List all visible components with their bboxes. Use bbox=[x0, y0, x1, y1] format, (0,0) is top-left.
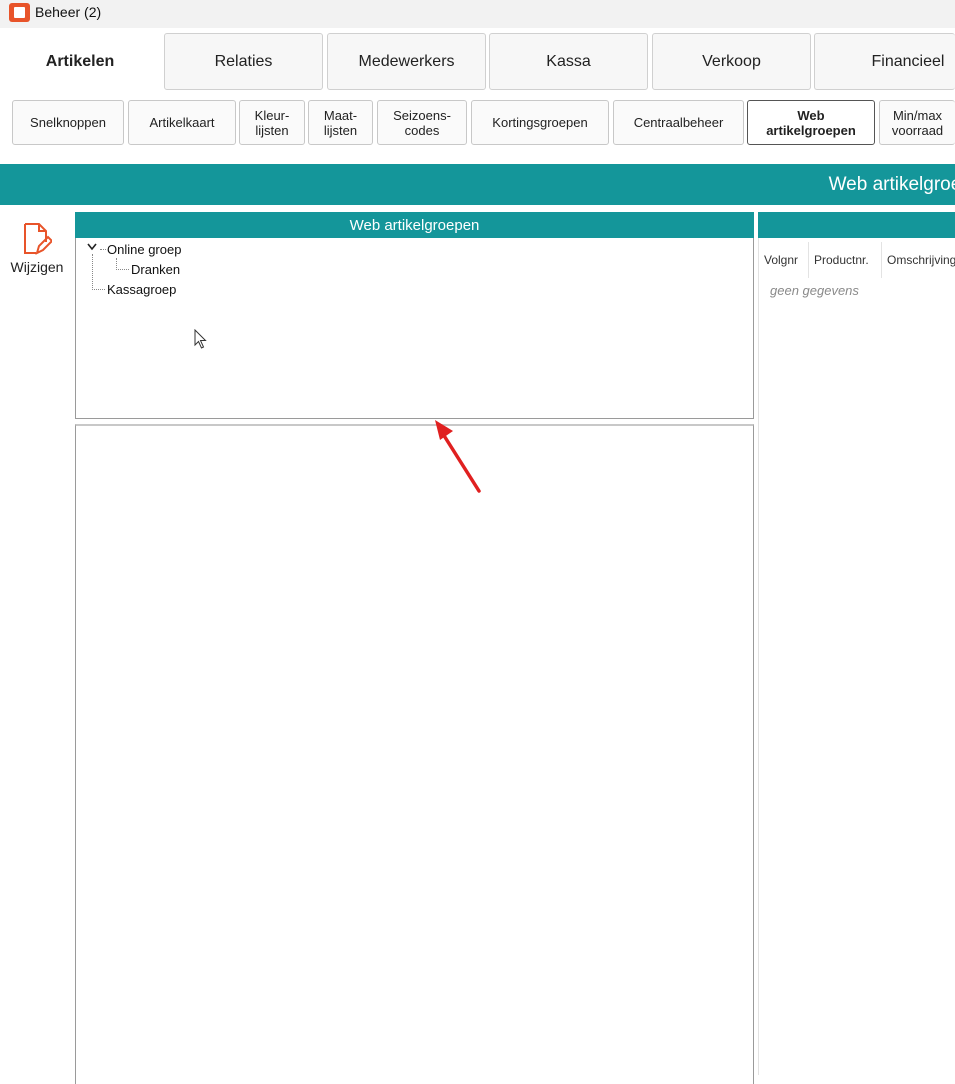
subtab-artikelkaart[interactable]: Artikelkaart bbox=[128, 100, 236, 145]
tree-panel-title: Web artikelgroepen bbox=[349, 216, 480, 234]
subtab-web-artikelgroepen[interactable]: Web artikelgroepen bbox=[747, 100, 875, 145]
tree-panel-header: Web artikelgroepen bbox=[75, 212, 754, 238]
window-title: Beheer (2) bbox=[35, 4, 102, 20]
product-grid: Volgnr Productnr. Omschrijving geen gege… bbox=[758, 238, 955, 1075]
column-header-productnr[interactable]: Productnr. bbox=[809, 242, 882, 278]
section-title-bar: Web artikelgroepen bbox=[0, 164, 955, 205]
subtab-kortingsgroepen[interactable]: Kortingsgroepen bbox=[471, 100, 609, 145]
mouse-cursor-icon bbox=[194, 329, 207, 349]
subtab-seizoenscodes[interactable]: Seizoens- codes bbox=[377, 100, 467, 145]
subtab-snelknoppen[interactable]: Snelknoppen bbox=[12, 100, 124, 145]
subtab-centraalbeheer[interactable]: Centraalbeheer bbox=[613, 100, 744, 145]
edit-document-icon bbox=[24, 223, 52, 255]
chevron-down-icon[interactable] bbox=[87, 242, 97, 254]
grid-panel-header bbox=[758, 212, 955, 238]
tab-relaties[interactable]: Relaties bbox=[164, 33, 323, 90]
tab-kassa[interactable]: Kassa bbox=[489, 33, 648, 90]
tab-financieel[interactable]: Financieel bbox=[814, 33, 955, 90]
sub-tab-bar: Snelknoppen Artikelkaart Kleur- lijsten … bbox=[0, 98, 955, 148]
group-tree: Online groep Dranken Kassagroep bbox=[75, 238, 754, 419]
tree-connector bbox=[92, 254, 93, 290]
tree-connector bbox=[92, 289, 105, 290]
tree-node-dranken[interactable]: Dranken bbox=[131, 262, 180, 277]
column-header-volgnr[interactable]: Volgnr bbox=[759, 242, 809, 278]
section-title: Web artikelgroepen bbox=[828, 173, 955, 195]
subtab-maatlijsten[interactable]: Maat- lijsten bbox=[308, 100, 373, 145]
grid-empty-message: geen gegevens bbox=[770, 283, 859, 298]
tree-connector bbox=[116, 269, 129, 270]
tab-verkoop[interactable]: Verkoop bbox=[652, 33, 811, 90]
tab-artikelen[interactable]: Artikelen bbox=[0, 33, 160, 90]
subtab-minmax-voorraad[interactable]: Min/max voorraad bbox=[879, 100, 955, 145]
tree-node-kassagroep[interactable]: Kassagroep bbox=[107, 282, 176, 297]
tree-node-online-groep[interactable]: Online groep bbox=[107, 242, 181, 257]
app-logo-icon bbox=[9, 3, 30, 22]
subtab-kleurlijsten[interactable]: Kleur- lijsten bbox=[239, 100, 305, 145]
window-titlebar: Beheer (2) bbox=[0, 0, 955, 28]
edit-button[interactable]: Wijzigen bbox=[6, 222, 68, 284]
edit-button-label: Wijzigen bbox=[10, 259, 64, 275]
column-header-omschrijving[interactable]: Omschrijving bbox=[882, 242, 955, 278]
tab-medewerkers[interactable]: Medewerkers bbox=[327, 33, 486, 90]
detail-panel bbox=[75, 424, 754, 1084]
annotation-arrow-icon bbox=[435, 420, 481, 493]
main-tab-bar: Artikelen Relaties Medewerkers Kassa Ver… bbox=[0, 30, 955, 92]
tree-connector bbox=[100, 249, 106, 250]
